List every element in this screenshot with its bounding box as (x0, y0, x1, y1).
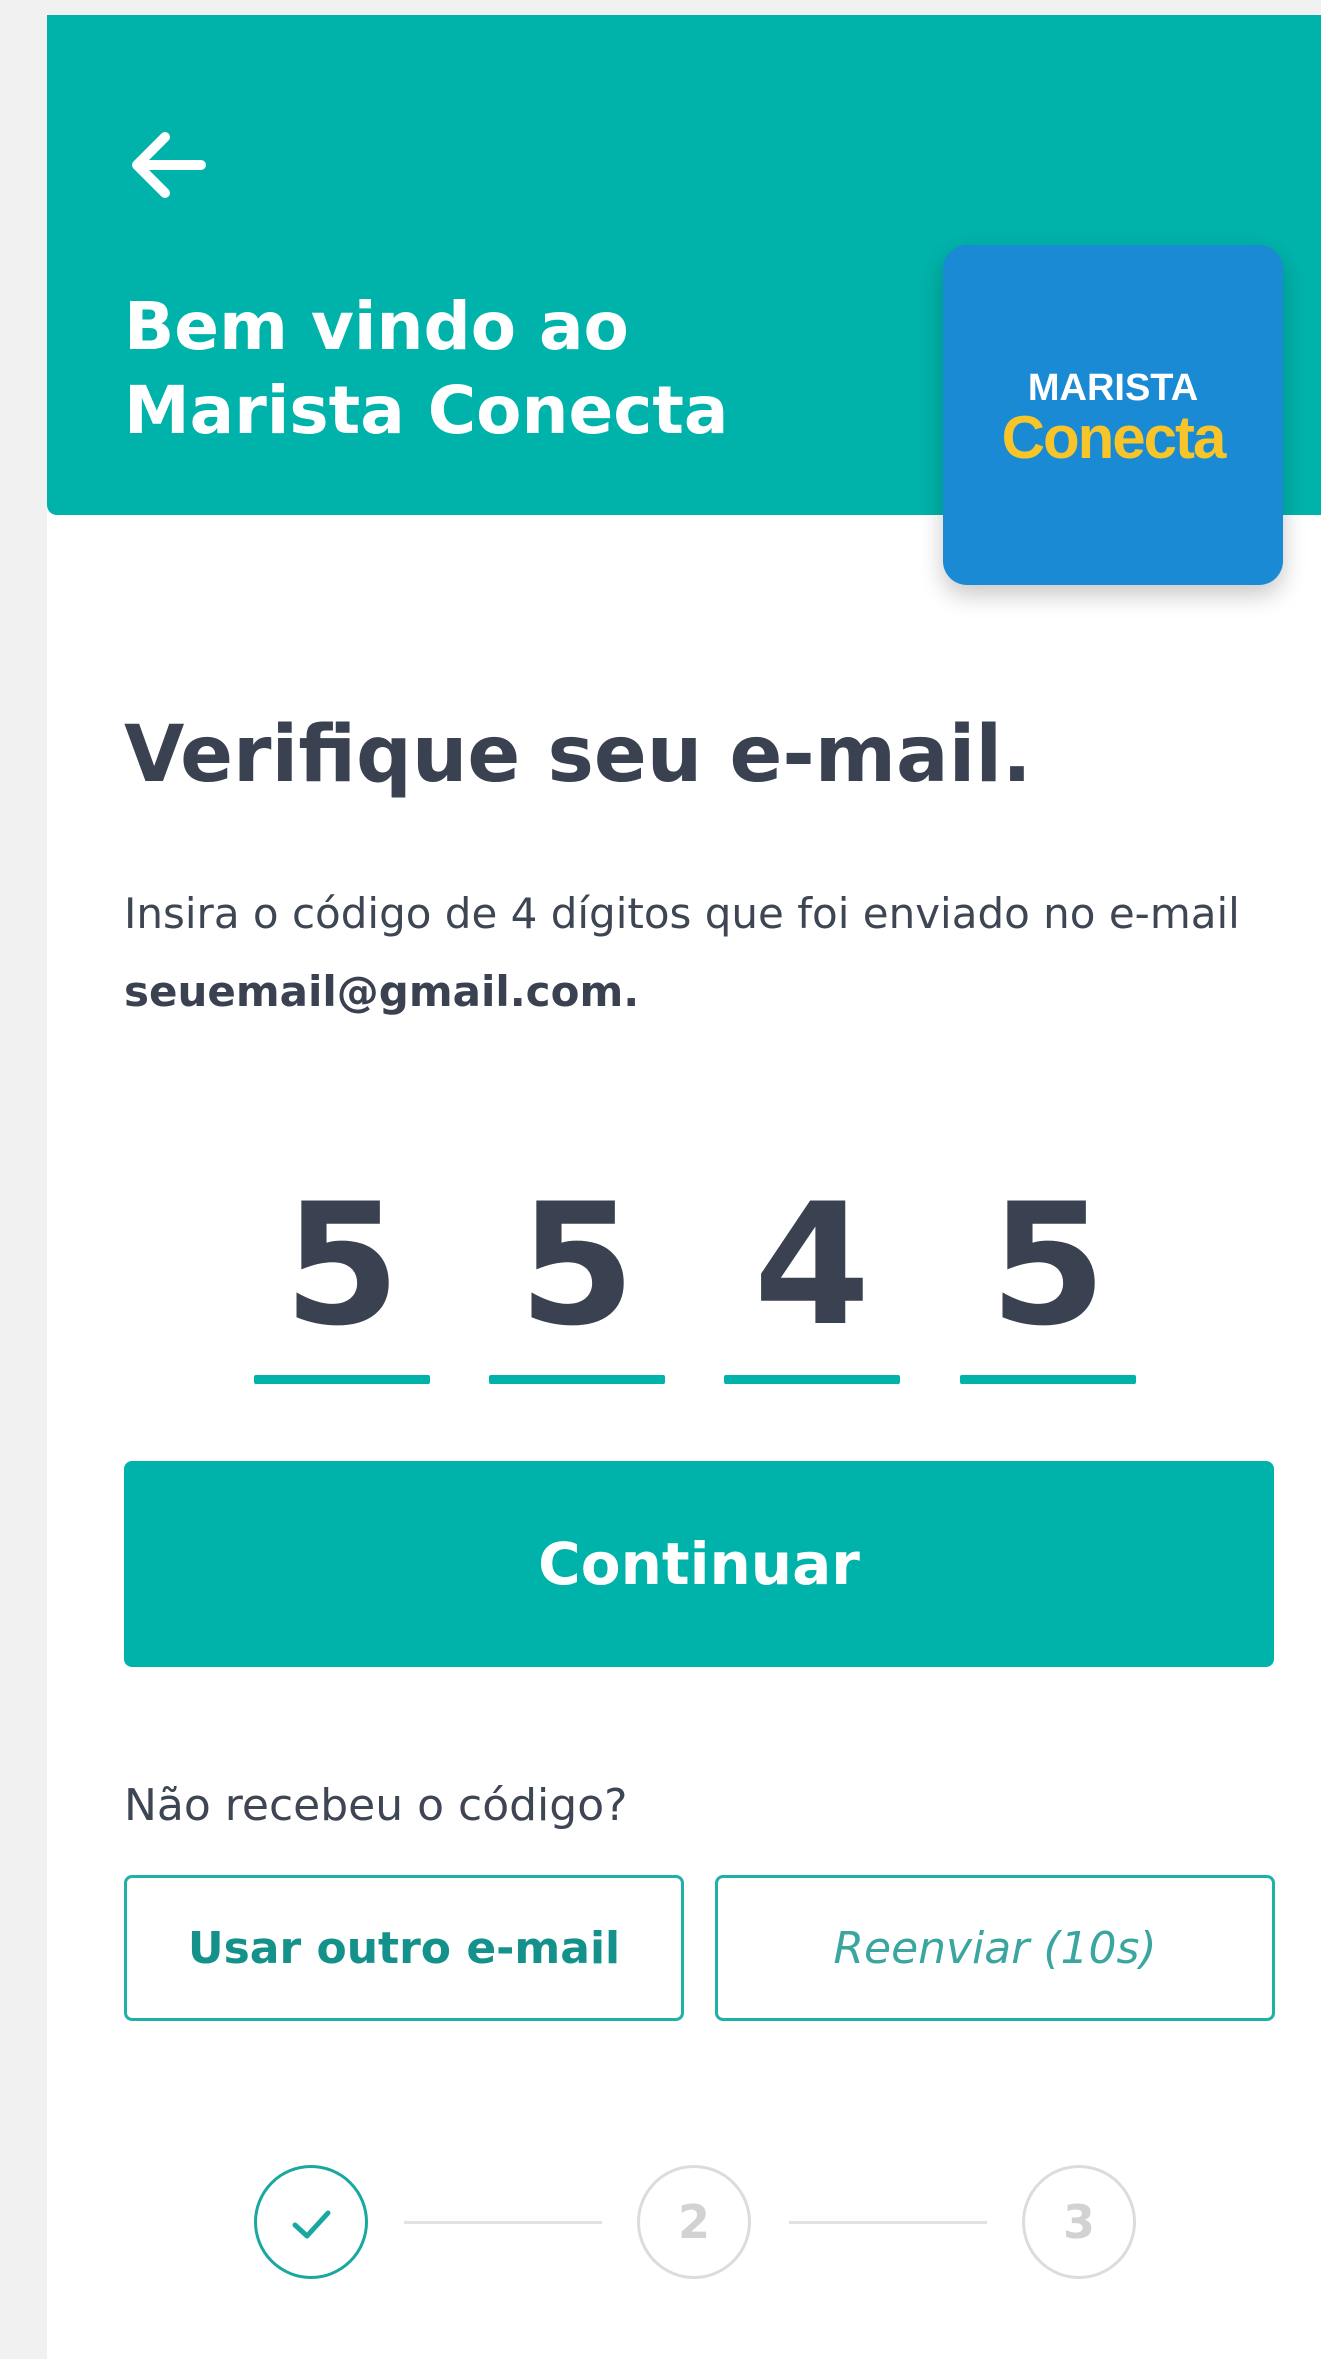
code-digit-2[interactable]: 5 (489, 1165, 665, 1390)
not-received-text: Não recebeu o código? (124, 1780, 628, 1831)
arrow-left-icon (132, 132, 206, 198)
step-2: 2 (637, 2165, 751, 2279)
code-digit-underline (960, 1375, 1136, 1384)
continue-button[interactable]: Continuar (124, 1461, 1274, 1667)
verification-code-input: 5 5 4 5 (254, 1165, 1199, 1395)
instructions-body: Insira o código de 4 dígitos que foi env… (124, 889, 1240, 938)
step-3: 3 (1022, 2165, 1136, 2279)
use-other-email-button[interactable]: Usar outro e-mail (124, 1875, 684, 2021)
code-digit-value: 5 (518, 1167, 636, 1363)
welcome-title-line2: Marista Conecta (124, 372, 729, 449)
code-digit-value: 4 (753, 1167, 871, 1363)
back-button[interactable] (119, 115, 219, 215)
code-digit-underline (489, 1375, 665, 1384)
step-connector (789, 2221, 987, 2224)
marista-conecta-logo: MARISTA Conecta (943, 245, 1283, 585)
welcome-title: Bem vindo ao Marista Conecta (124, 285, 728, 453)
welcome-title-line1: Bem vindo ao (124, 288, 629, 365)
logo-text-conecta: Conecta (1001, 404, 1227, 471)
code-digit-value: 5 (989, 1167, 1107, 1363)
progress-stepper: 2 3 (254, 2165, 1199, 2285)
instructions-text: Insira o código de 4 dígitos que foi env… (124, 875, 1264, 1031)
page-title: Verifique seu e-mail. (124, 710, 1032, 800)
code-digit-1[interactable]: 5 (254, 1165, 430, 1390)
code-digit-4[interactable]: 5 (960, 1165, 1136, 1390)
app-screen: Bem vindo ao Marista Conecta MARISTA Con… (47, 15, 1321, 2359)
code-digit-underline (254, 1375, 430, 1384)
code-digit-underline (724, 1375, 900, 1384)
code-digit-value: 5 (283, 1167, 401, 1363)
step-connector (404, 2221, 602, 2224)
check-icon (292, 2210, 331, 2239)
email-address: seuemail@gmail.com. (124, 967, 640, 1016)
resend-code-button[interactable]: Reenviar (10s) (715, 1875, 1275, 2021)
code-digit-3[interactable]: 4 (724, 1165, 900, 1390)
step-1-completed (254, 2165, 368, 2279)
